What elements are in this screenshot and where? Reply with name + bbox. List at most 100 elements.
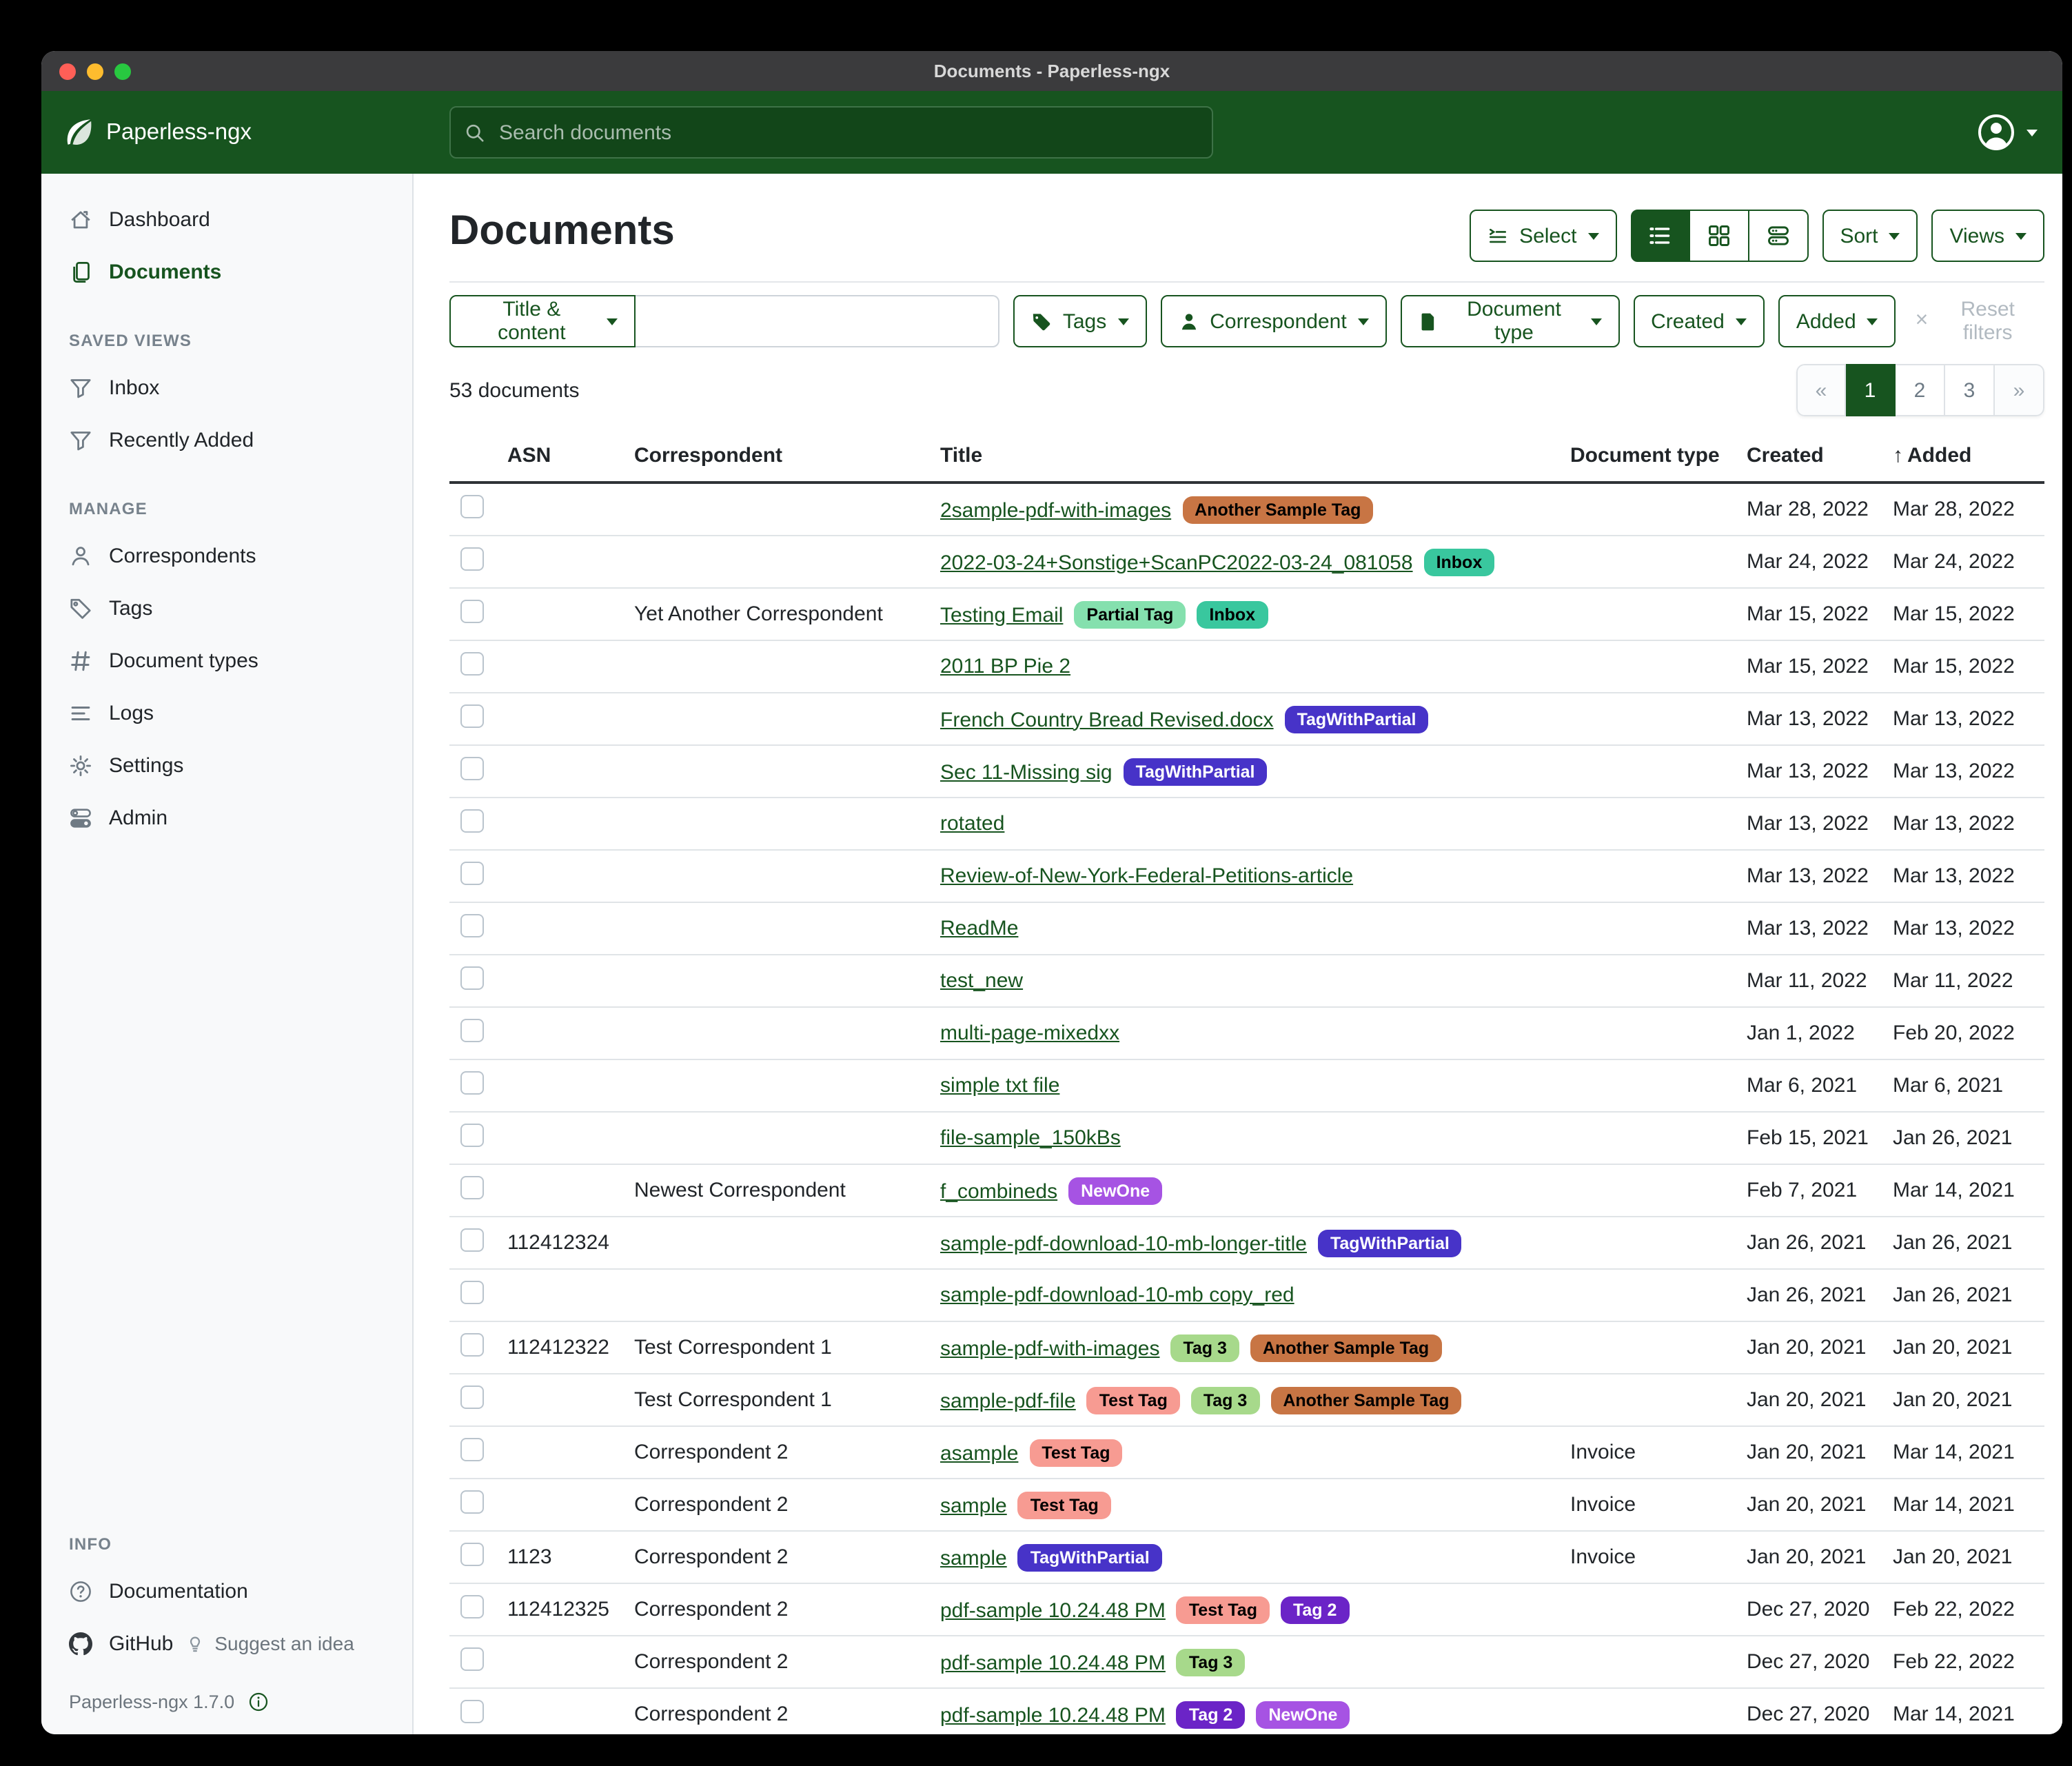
correspondent-filter-button[interactable]: Correspondent [1160, 295, 1386, 347]
sidebar-item-admin[interactable]: Admin [41, 791, 412, 844]
row-checkbox[interactable] [460, 862, 484, 885]
document-type-filter-button[interactable]: Document type [1401, 295, 1619, 347]
correspondent-column-header[interactable]: Correspondent [623, 430, 929, 483]
sidebar-item-documentation[interactable]: Documentation [41, 1565, 412, 1617]
document-link[interactable]: sample-pdf-file [940, 1389, 1076, 1412]
document-link[interactable]: rotated [940, 812, 1004, 835]
list-view-button[interactable] [1630, 210, 1689, 262]
row-checkbox[interactable] [460, 757, 484, 780]
document-link[interactable]: pdf-sample 10.24.48 PM [940, 1598, 1166, 1622]
tag-badge[interactable]: Test Tag [1177, 1596, 1270, 1623]
document-link[interactable]: Sec 11-Missing sig [940, 760, 1113, 784]
sidebar-item-tags[interactable]: Tags [41, 582, 412, 634]
tag-badge[interactable]: Test Tag [1087, 1386, 1180, 1414]
views-button[interactable]: Views [1932, 210, 2045, 262]
brand-logo[interactable]: Paperless-ngx [63, 117, 414, 148]
document-link[interactable]: Review-of-New-York-Federal-Petitions-art… [940, 864, 1353, 888]
row-checkbox[interactable] [460, 600, 484, 623]
document-link[interactable]: sample-pdf-download-10-mb copy_red [940, 1283, 1294, 1307]
document-link[interactable]: 2022-03-24+Sonstige+ScanPC2022-03-24_081… [940, 551, 1413, 574]
tag-badge[interactable]: Tag 3 [1177, 1648, 1245, 1676]
user-menu[interactable] [1975, 112, 2038, 153]
document-type-column-header[interactable]: Document type [1559, 430, 1736, 483]
row-checkbox[interactable] [460, 1543, 484, 1566]
tag-badge[interactable]: Another Sample Tag [1270, 1386, 1461, 1414]
row-checkbox[interactable] [460, 1124, 484, 1147]
document-link[interactable]: file-sample_150kBs [940, 1126, 1121, 1150]
sidebar-item-github[interactable]: GitHub [41, 1617, 184, 1669]
document-link[interactable]: sample-pdf-download-10-mb-longer-title [940, 1232, 1307, 1255]
close-window-button[interactable] [59, 63, 76, 79]
tag-badge[interactable]: Inbox [1197, 600, 1268, 628]
zoom-window-button[interactable] [114, 63, 131, 79]
tag-badge[interactable]: Tag 3 [1191, 1386, 1259, 1414]
sidebar-item-settings[interactable]: Settings [41, 739, 412, 791]
document-link[interactable]: sample-pdf-with-images [940, 1337, 1159, 1360]
document-link[interactable]: sample [940, 1546, 1007, 1570]
row-checkbox[interactable] [460, 1228, 484, 1252]
row-checkbox[interactable] [460, 495, 484, 518]
row-checkbox[interactable] [460, 1019, 484, 1042]
document-link[interactable]: simple txt file [940, 1074, 1059, 1097]
pagination-prev-button[interactable]: « [1796, 364, 1846, 416]
tag-badge[interactable]: Tag 2 [1177, 1701, 1245, 1728]
detail-view-button[interactable] [1749, 210, 1808, 262]
sidebar-item-dashboard[interactable]: Dashboard [41, 193, 412, 245]
sidebar-item-documents[interactable]: Documents [41, 245, 412, 298]
document-link[interactable]: 2011 BP Pie 2 [940, 655, 1070, 678]
row-checkbox[interactable] [460, 1438, 484, 1461]
pagination-page-3[interactable]: 3 [1945, 364, 1995, 416]
tag-badge[interactable]: Test Tag [1018, 1491, 1111, 1519]
row-checkbox[interactable] [460, 1281, 484, 1304]
tag-badge[interactable]: Inbox [1424, 548, 1495, 576]
sidebar-item-logs[interactable]: Logs [41, 687, 412, 739]
tag-badge[interactable]: Partial Tag [1074, 600, 1186, 628]
sidebar-item-inbox[interactable]: Inbox [41, 361, 412, 414]
row-checkbox[interactable] [460, 809, 484, 833]
tag-badge[interactable]: NewOne [1068, 1177, 1162, 1204]
pagination-page-2[interactable]: 2 [1896, 364, 1945, 416]
suggest-idea-link[interactable]: Suggest an idea [184, 1632, 354, 1654]
sidebar-item-document-types[interactable]: Document types [41, 634, 412, 687]
row-checkbox[interactable] [460, 547, 484, 571]
row-checkbox[interactable] [460, 1490, 484, 1514]
filter-query-input[interactable] [636, 295, 999, 347]
document-link[interactable]: French Country Bread Revised.docx [940, 708, 1274, 731]
pagination-page-1[interactable]: 1 [1846, 364, 1896, 416]
row-checkbox[interactable] [460, 1333, 484, 1357]
tag-badge[interactable]: Test Tag [1029, 1439, 1122, 1466]
document-link[interactable]: Testing Email [940, 603, 1063, 627]
tag-badge[interactable]: Tag 3 [1170, 1334, 1239, 1361]
tag-badge[interactable]: Tag 2 [1281, 1596, 1349, 1623]
row-checkbox[interactable] [460, 652, 484, 676]
row-checkbox[interactable] [460, 914, 484, 937]
row-checkbox[interactable] [460, 1595, 484, 1618]
pagination-next-button[interactable]: » [1995, 364, 2044, 416]
document-link[interactable]: pdf-sample 10.24.48 PM [940, 1703, 1166, 1727]
added-column-header[interactable]: ↑Added [1882, 430, 2044, 483]
search-input[interactable] [496, 119, 1198, 145]
tags-filter-button[interactable]: Tags [1013, 295, 1146, 347]
tag-badge[interactable]: Another Sample Tag [1182, 496, 1373, 523]
created-filter-button[interactable]: Created [1633, 295, 1765, 347]
row-checkbox[interactable] [460, 1700, 484, 1723]
tag-badge[interactable]: Another Sample Tag [1250, 1334, 1441, 1361]
row-checkbox[interactable] [460, 1071, 484, 1095]
row-checkbox[interactable] [460, 1386, 484, 1409]
added-filter-button[interactable]: Added [1778, 295, 1896, 347]
document-link[interactable]: 2sample-pdf-with-images [940, 498, 1171, 522]
tag-badge[interactable]: TagWithPartial [1018, 1543, 1162, 1571]
sidebar-item-recently-added[interactable]: Recently Added [41, 414, 412, 466]
filter-field-dropdown[interactable]: Title & content [449, 295, 636, 347]
document-link[interactable]: pdf-sample 10.24.48 PM [940, 1651, 1166, 1674]
tag-badge[interactable]: TagWithPartial [1318, 1229, 1462, 1257]
tag-badge[interactable]: TagWithPartial [1124, 758, 1268, 785]
select-button[interactable]: Select [1470, 210, 1616, 262]
title-column-header[interactable]: Title [929, 430, 1559, 483]
row-checkbox[interactable] [460, 966, 484, 990]
row-checkbox[interactable] [460, 1647, 484, 1671]
created-column-header[interactable]: Created [1736, 430, 1882, 483]
tag-badge[interactable]: TagWithPartial [1285, 705, 1429, 733]
grid-view-button[interactable] [1689, 210, 1749, 262]
row-checkbox[interactable] [460, 704, 484, 728]
